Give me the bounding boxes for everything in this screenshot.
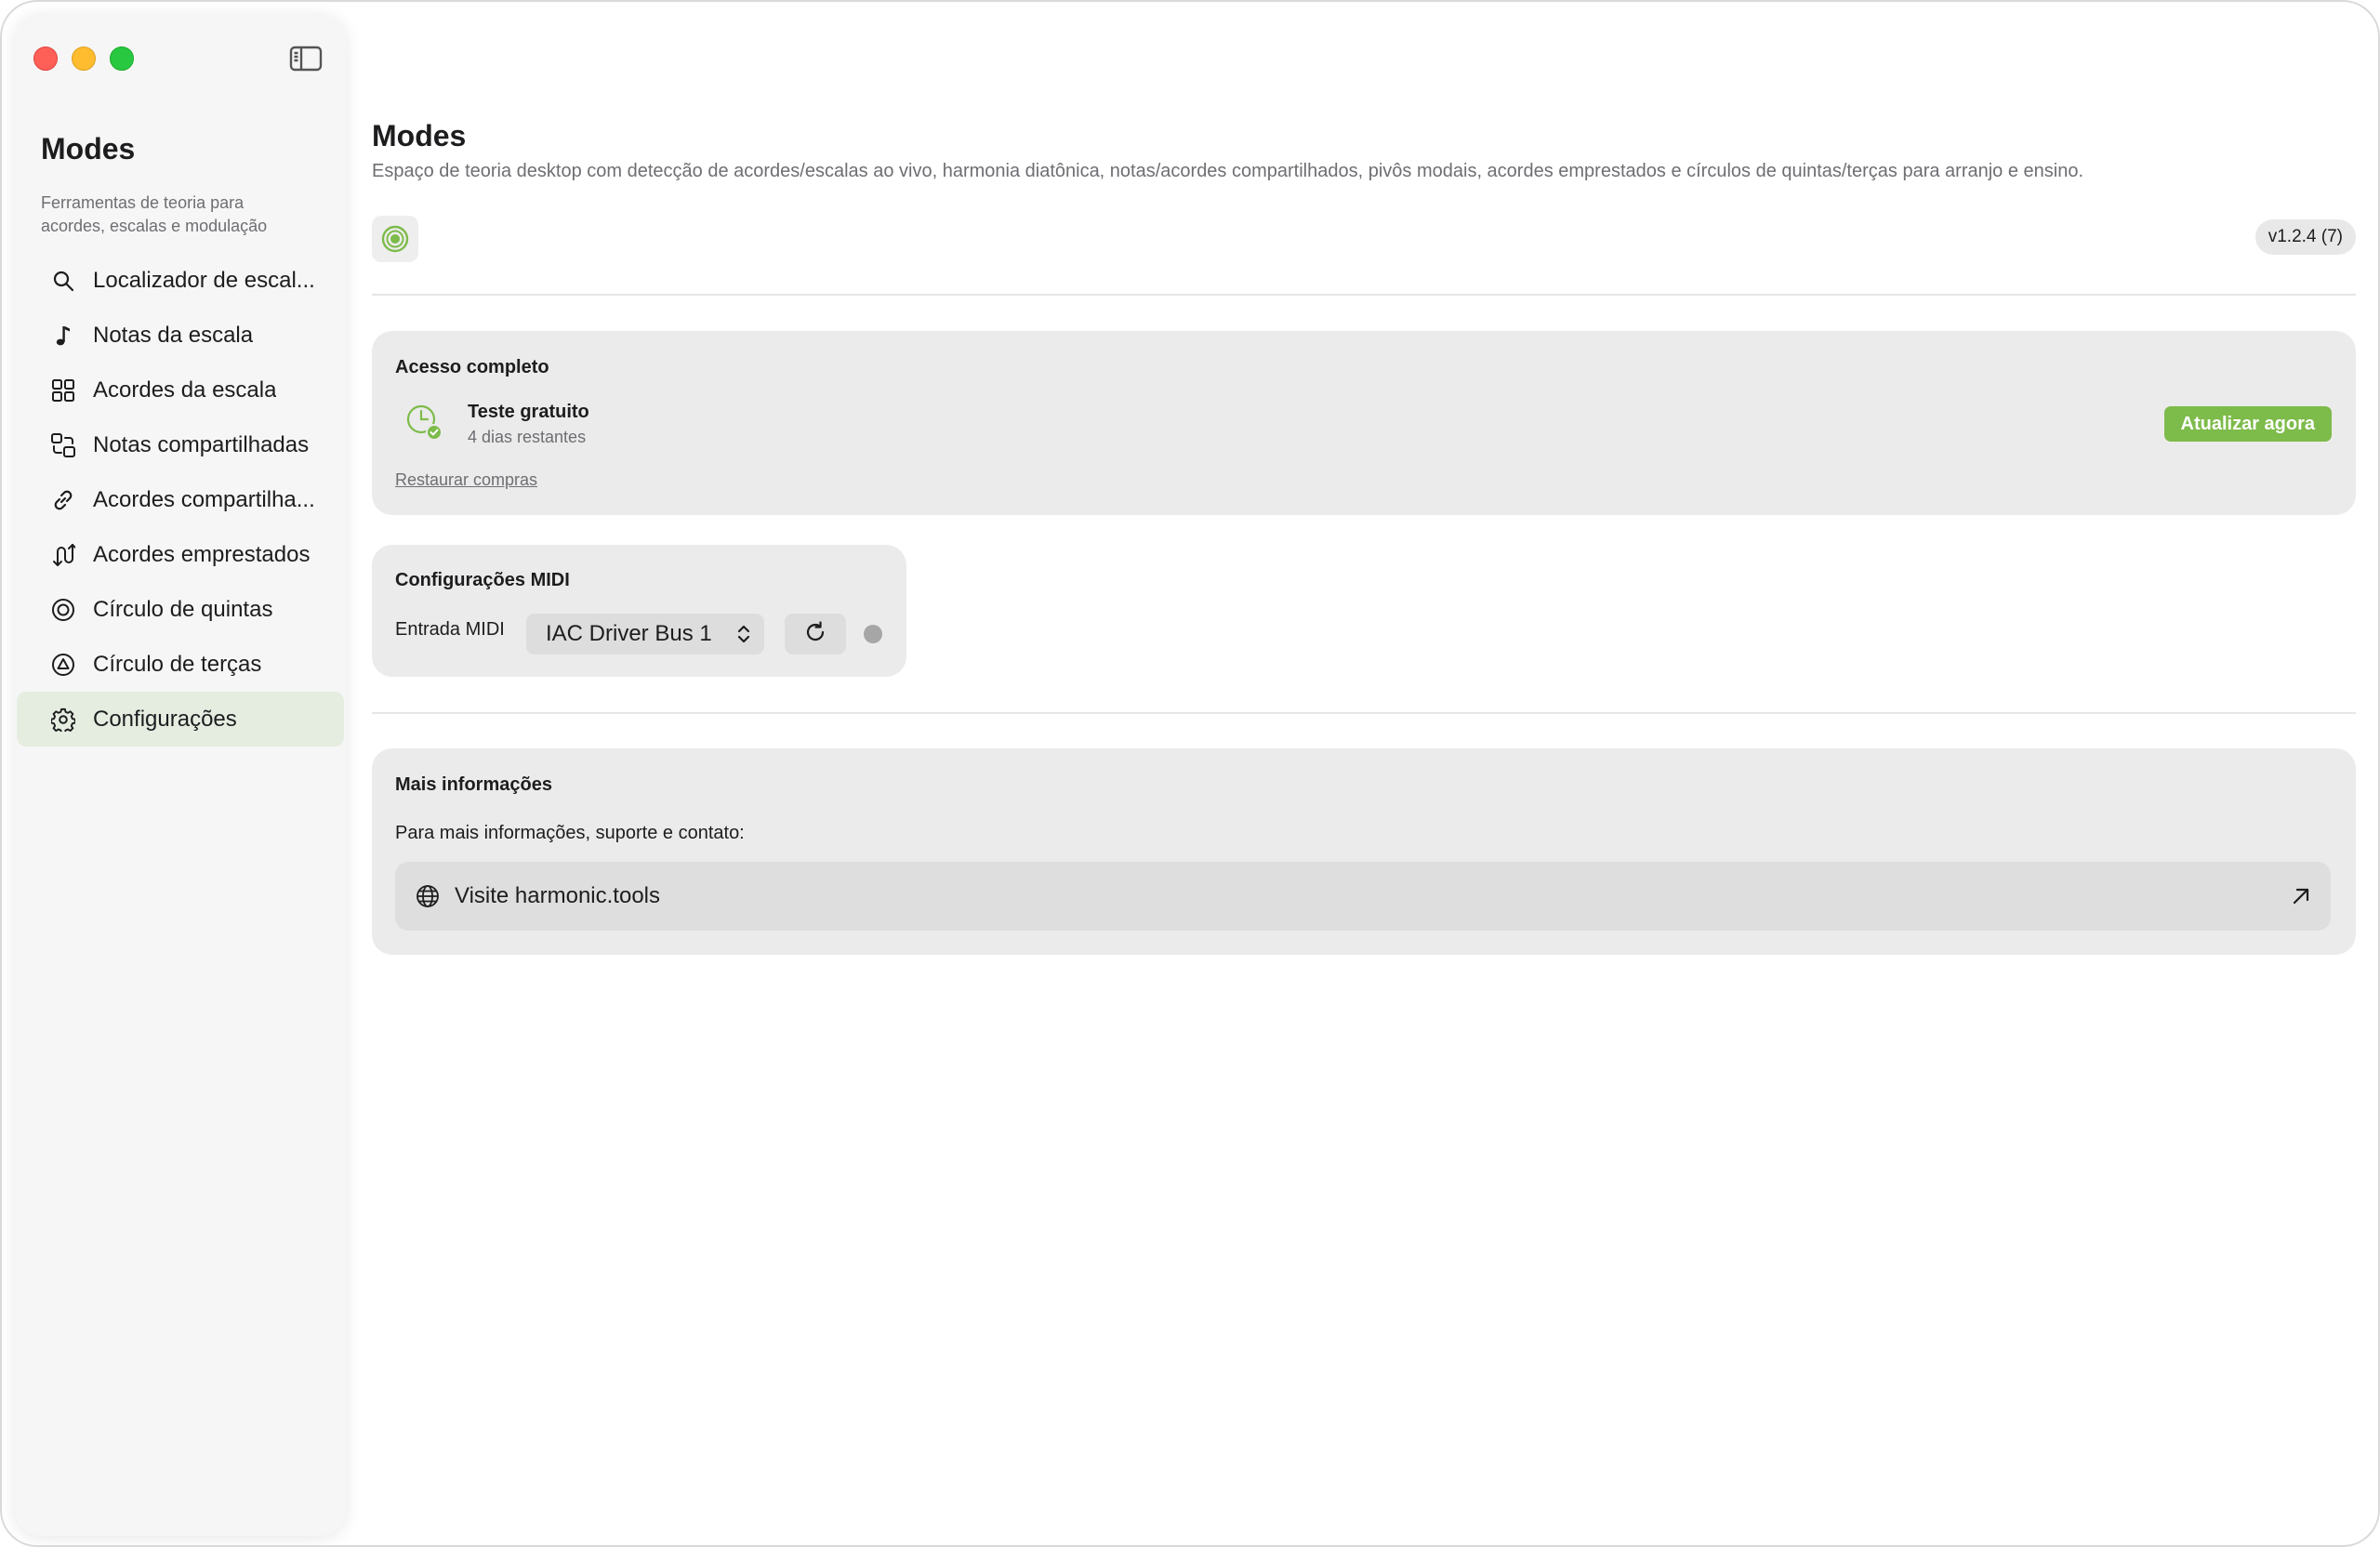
access-title: Acesso completo [395, 357, 549, 377]
more-info-text: Para mais informações, suporte e contato… [395, 823, 745, 843]
link-icon [50, 487, 76, 513]
midi-title: Configurações MIDI [395, 570, 570, 590]
sidebar-item-scale-notes[interactable]: Notas da escala [17, 308, 344, 363]
visit-website-link[interactable]: Visite harmonic.tools [395, 862, 2331, 931]
external-arrow-icon [2290, 885, 2312, 907]
sidebar-nav: Localizador de escal... Notas da escala … [17, 253, 344, 747]
trial-name: Teste gratuito [468, 402, 589, 422]
sidebar-subtitle: Ferramentas de teoria para acordes, esca… [41, 193, 268, 235]
divider [372, 712, 2356, 714]
sidebar-item-label: Acordes da escala [93, 377, 277, 403]
triangle-circle-icon [50, 652, 76, 678]
sidebar-item-borrowed-chords[interactable]: Acordes emprestados [17, 527, 344, 582]
zoom-window-button[interactable] [110, 46, 134, 71]
sidebar-item-settings[interactable]: Configurações [17, 692, 344, 747]
page-description: Espaço de teoria desktop com detecção de… [372, 161, 2084, 181]
sidebar: Modes Ferramentas de teoria para acordes… [15, 15, 346, 1536]
midi-settings-card: Configurações MIDI Entrada MIDI IAC Driv… [372, 545, 906, 677]
app-window: Modes Ferramentas de teoria para acordes… [0, 0, 2380, 1547]
version-badge: v1.2.4 (7) [2254, 219, 2356, 255]
magnifier-icon [50, 268, 76, 294]
globe-icon [416, 884, 440, 908]
minimize-window-button[interactable] [72, 46, 96, 71]
more-info-title: Mais informações [395, 774, 552, 795]
restore-purchases-link[interactable]: Restaurar compras [395, 470, 537, 490]
sidebar-item-circle-of-thirds[interactable]: Círculo de terças [17, 637, 344, 692]
sidebar-item-label: Notas da escala [93, 322, 254, 348]
midi-refresh-button[interactable] [785, 614, 846, 654]
access-card: Acesso completo Teste gratuito 4 dias re… [372, 331, 2356, 515]
sidebar-title: Modes [41, 132, 136, 165]
clock-check-icon [405, 403, 444, 443]
sidebar-item-scale-finder[interactable]: Localizador de escal... [17, 253, 344, 308]
more-info-card: Mais informações Para mais informações, … [372, 748, 2356, 955]
main-content: Modes Espaço de teoria desktop com detec… [372, 2, 2356, 1545]
sidebar-item-shared-notes[interactable]: Notas compartilhadas [17, 417, 344, 472]
borrow-arrows-icon [50, 542, 76, 568]
sidebar-item-label: Configurações [93, 706, 237, 732]
midi-input-label: Entrada MIDI [395, 619, 505, 640]
upgrade-now-button[interactable]: Atualizar agora [2163, 406, 2332, 442]
close-window-button[interactable] [33, 46, 58, 71]
page-title: Modes [372, 119, 467, 152]
midi-input-select[interactable]: IAC Driver Bus 1 [526, 614, 764, 654]
trial-days-remaining: 4 dias restantes [468, 428, 587, 446]
midi-status-dot [864, 625, 882, 643]
divider [372, 294, 2356, 296]
midi-input-value: IAC Driver Bus 1 [546, 621, 712, 646]
app-logo-icon [372, 216, 418, 262]
sidebar-item-circle-of-fifths[interactable]: Círculo de quintas [17, 582, 344, 637]
sidebar-item-shared-chords[interactable]: Acordes compartilha... [17, 472, 344, 527]
sidebar-item-label: Círculo de quintas [93, 596, 273, 622]
visit-website-label: Visite harmonic.tools [455, 883, 660, 908]
up-down-chevron-icon [736, 623, 751, 645]
sidebar-item-label: Localizador de escal... [93, 267, 315, 293]
sidebar-item-label: Acordes compartilha... [93, 486, 315, 512]
sidebar-item-label: Acordes emprestados [93, 541, 311, 567]
sidebar-item-label: Círculo de terças [93, 651, 262, 677]
music-note-icon [50, 323, 76, 349]
sidebar-item-label: Notas compartilhadas [93, 431, 310, 457]
sidebar-toggle-icon[interactable] [289, 46, 323, 72]
gear-icon [50, 707, 76, 733]
circle-icon [50, 597, 76, 623]
sidebar-item-scale-chords[interactable]: Acordes da escala [17, 363, 344, 417]
refresh-icon [803, 620, 827, 649]
grid-icon [50, 377, 76, 403]
shared-squares-icon [50, 432, 76, 458]
